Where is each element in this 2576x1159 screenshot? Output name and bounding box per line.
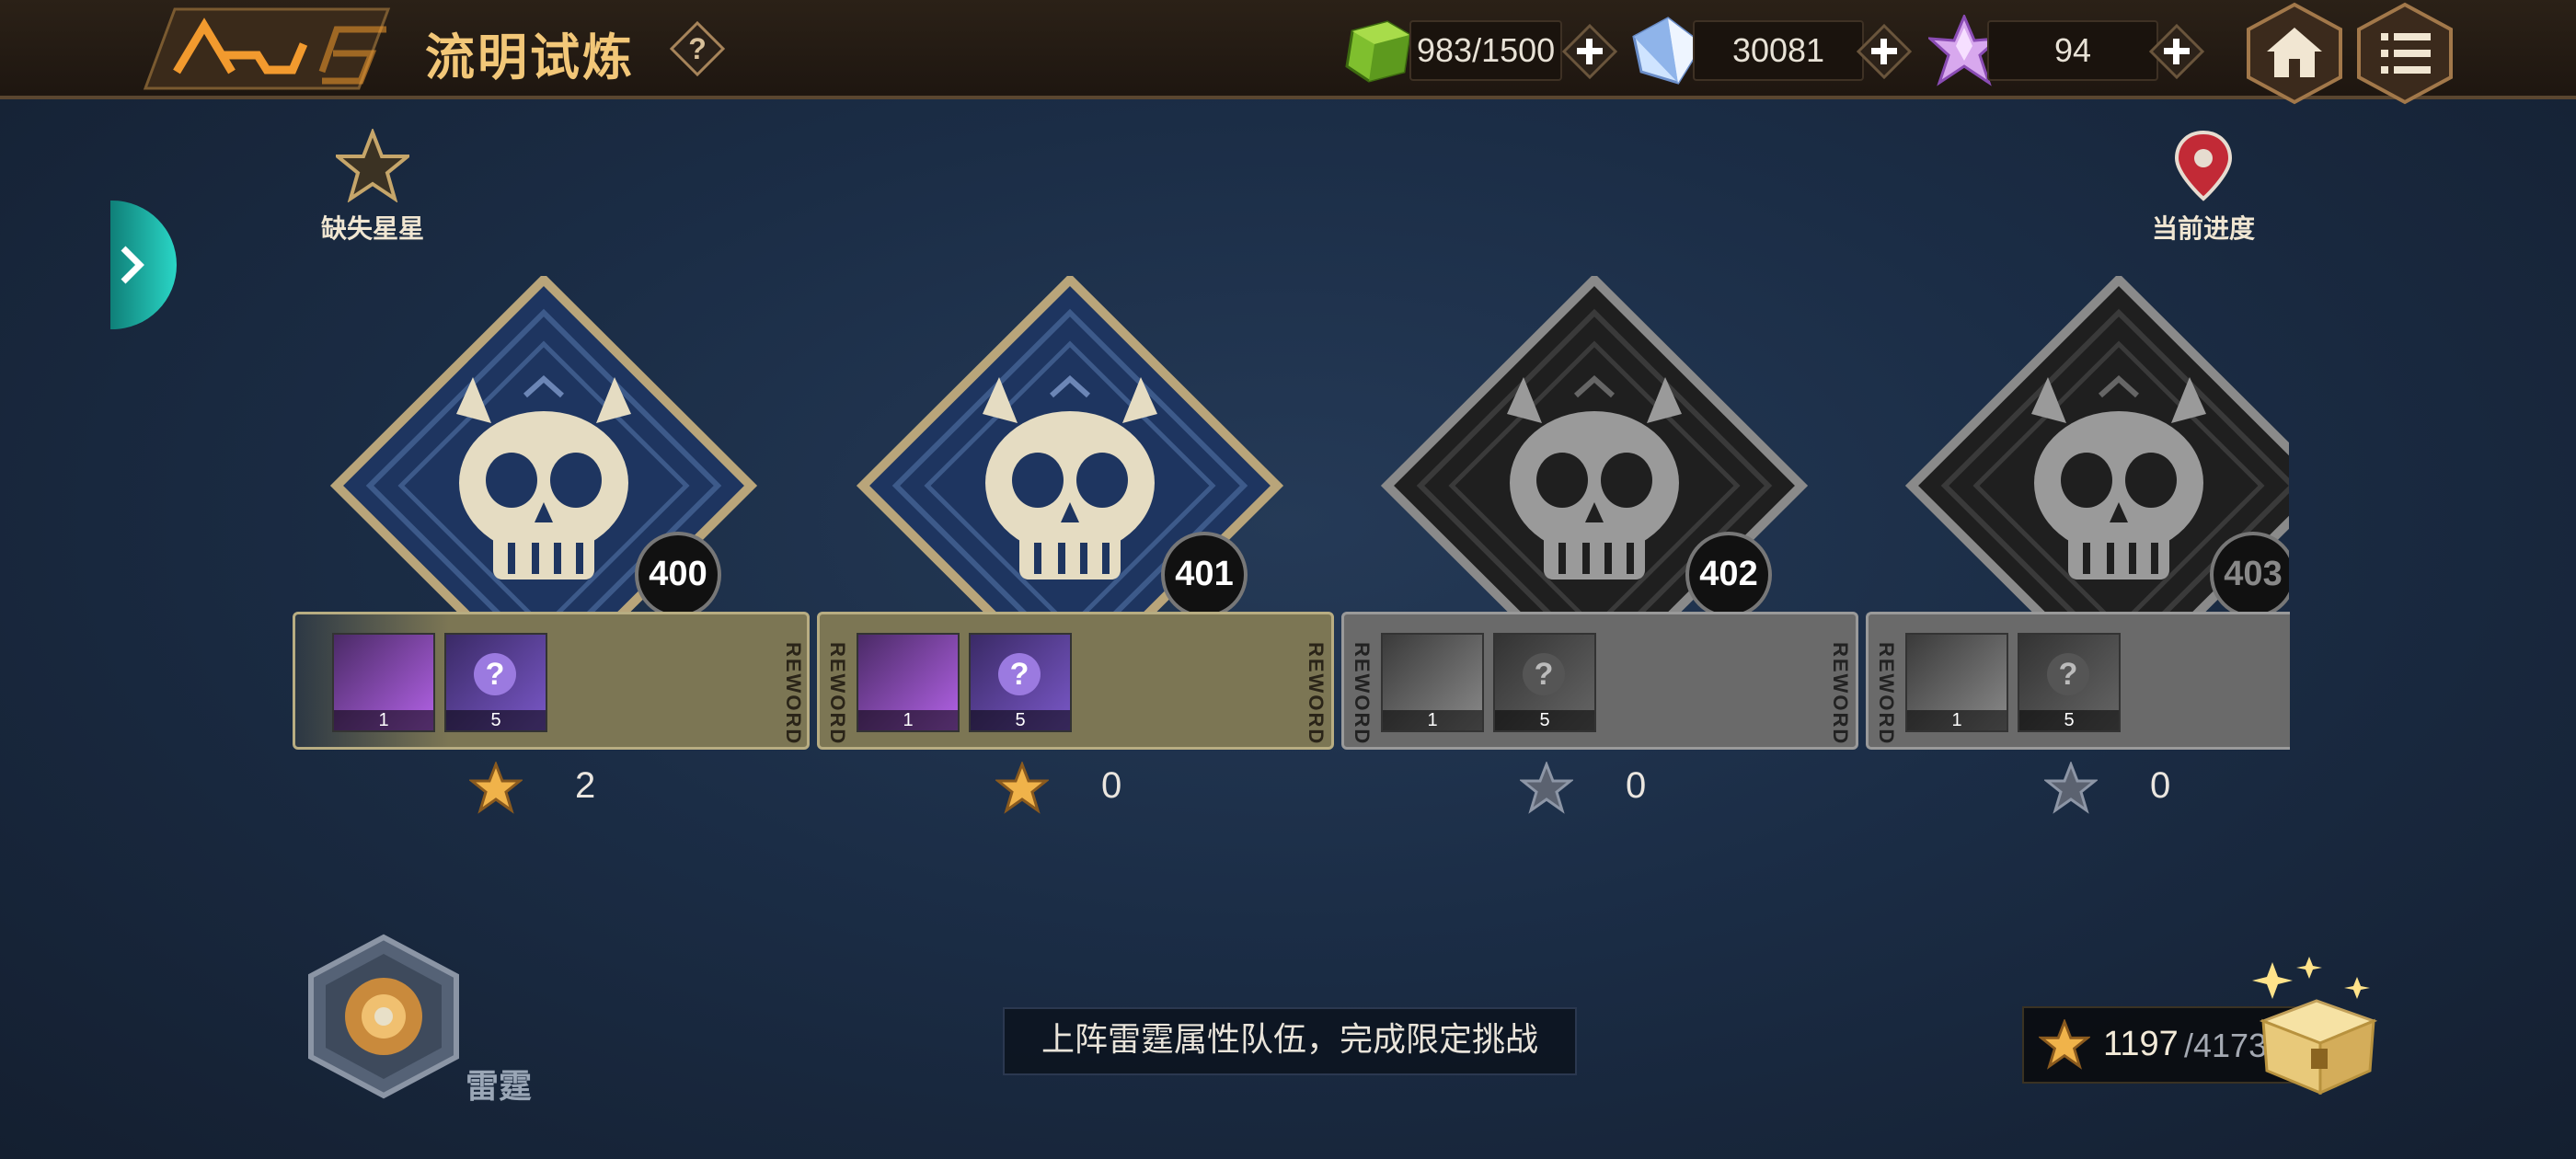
ticket-card-icon[interactable]: 1: [332, 633, 435, 732]
gold-star-icon: [2039, 1019, 2090, 1070]
element-label: 雷霆: [466, 1067, 533, 1105]
menu-list-icon[interactable]: [2355, 2, 2455, 105]
svg-text:?: ?: [688, 32, 707, 65]
gem-counter: 94: [1987, 20, 2158, 81]
add-stamina-button[interactable]: [1562, 24, 1617, 79]
stage-402[interactable]: 402: [1378, 272, 1811, 699]
thunder-flower-emblem-icon[interactable]: [305, 934, 462, 1099]
add-gem-button[interactable]: [2149, 24, 2204, 79]
question-icon[interactable]: ?: [670, 21, 725, 76]
challenge-tip: 上阵雷霆属性队伍，完成限定挑战: [1003, 1007, 1577, 1075]
reward-label: REWORD: [1829, 642, 1852, 746]
stage-number-badge: 402: [1685, 532, 1772, 618]
missing-stars-label: 缺失星星: [320, 214, 424, 243]
reward-label: REWORD: [1305, 642, 1328, 746]
reward-count: 5: [2019, 710, 2119, 730]
chevron-right-icon: [121, 246, 144, 284]
stage-400[interactable]: 400: [328, 272, 760, 699]
home-icon[interactable]: [2245, 2, 2344, 105]
top-bar: 流明试炼 ? 983/1500 30081 94: [0, 0, 2576, 105]
star-count: 2: [575, 765, 596, 806]
add-crystal-button[interactable]: [1857, 24, 1912, 79]
reward-strip-400[interactable]: REWORD 1 ? 5: [293, 612, 810, 750]
reward-count: 5: [446, 710, 546, 730]
gem-value: 94: [2053, 31, 2092, 69]
stage-number-badge: 400: [635, 532, 721, 618]
mystery-card-icon[interactable]: ? 5: [2018, 633, 2121, 732]
game-logo: [143, 7, 391, 90]
reward-strip-403[interactable]: REWORD 1 ? 5: [1866, 612, 2290, 750]
current-progress-label: 当前进度: [2151, 214, 2255, 243]
reward-label: REWORD: [782, 642, 805, 746]
stamina-counter: 983/1500: [1409, 20, 1562, 81]
grey-star-icon: [2044, 762, 2098, 814]
gold-star-icon: [469, 762, 523, 814]
stage-401[interactable]: 401: [854, 272, 1286, 699]
star-count: 0: [2150, 765, 2171, 806]
mystery-card-icon[interactable]: ? 5: [1493, 633, 1596, 732]
treasure-chest-icon[interactable]: [2245, 957, 2383, 1095]
reward-count: 1: [1383, 710, 1482, 730]
stage-403-stars: 0: [2044, 758, 2210, 817]
mystery-card-icon[interactable]: ? 5: [969, 633, 1072, 732]
question-icon: ?: [1523, 653, 1565, 695]
page-title: 流明试炼: [425, 29, 635, 86]
reward-count: 1: [334, 710, 433, 730]
gold-star-icon: [995, 762, 1049, 814]
star-count: 0: [1626, 765, 1647, 806]
stage-400-stars: 2: [469, 758, 635, 817]
reward-count: 5: [971, 710, 1070, 730]
ticket-card-icon[interactable]: 1: [1905, 633, 2008, 732]
crystal-value: 30081: [1731, 31, 1825, 69]
grey-star-icon: [1520, 762, 1573, 814]
star-total-current: 1197: [2103, 1025, 2179, 1063]
star-count: 0: [1101, 765, 1122, 806]
ticket-card-icon[interactable]: 1: [857, 633, 960, 732]
stage-402-stars: 0: [1520, 758, 1685, 817]
ticket-card-icon[interactable]: 1: [1381, 633, 1484, 732]
question-icon: ?: [998, 653, 1041, 695]
question-icon: ?: [2047, 653, 2089, 695]
reward-strip-402[interactable]: REWORD REWORD 1 ? 5: [1341, 612, 1858, 750]
stage-number-badge: 403: [2210, 532, 2289, 618]
missing-stars-marker[interactable]: 缺失星星: [313, 127, 432, 246]
reward-strip-401[interactable]: REWORD REWORD 1 ? 5: [817, 612, 1334, 750]
reward-count: 5: [1495, 710, 1594, 730]
mystery-card-icon[interactable]: ? 5: [444, 633, 547, 732]
outline-star-icon: [332, 127, 413, 203]
stage-number-badge: 401: [1161, 532, 1248, 618]
stage-401-stars: 0: [995, 758, 1161, 817]
location-pin-icon: [2174, 130, 2233, 201]
reward-count: 1: [1907, 710, 2007, 730]
side-panel-toggle[interactable]: [110, 201, 177, 329]
green-cube-icon: [1345, 20, 1411, 83]
crystal-counter: 30081: [1693, 20, 1864, 81]
question-icon: ?: [474, 653, 516, 695]
reward-label: REWORD: [1875, 642, 1898, 746]
reward-count: 1: [858, 710, 958, 730]
current-progress-marker[interactable]: 当前进度: [2144, 129, 2263, 246]
reward-label: REWORD: [1351, 642, 1374, 746]
stamina-value: 983/1500: [1417, 31, 1556, 69]
stage-403[interactable]: 403: [1903, 276, 2289, 625]
reward-label: REWORD: [826, 642, 849, 746]
